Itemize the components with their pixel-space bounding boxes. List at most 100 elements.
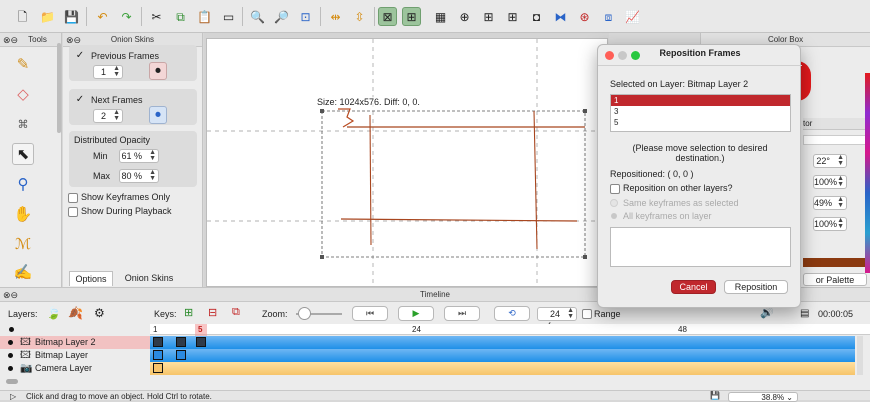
perspective-4-icon[interactable]: ⧈ bbox=[599, 7, 618, 26]
status-save-icon[interactable]: 💾 bbox=[710, 391, 720, 400]
max-opacity-spinbox[interactable]: 80 % ▲ ▼ bbox=[119, 169, 159, 183]
play-button[interactable]: ▶ bbox=[398, 306, 434, 321]
reposition-other-layers-check[interactable] bbox=[610, 184, 620, 194]
flip-horizontal-icon[interactable]: ⇹ bbox=[326, 7, 345, 26]
percent-3-spinbox[interactable]: 100% ▲ ▼ bbox=[813, 217, 847, 231]
zoom-in-icon[interactable]: 🔍 bbox=[248, 7, 267, 26]
frame-list-item[interactable]: 5 bbox=[611, 117, 790, 128]
panel-close-icon[interactable]: ⊗⊖ bbox=[3, 35, 18, 45]
select-icon[interactable]: ⬉ bbox=[12, 143, 34, 165]
track-scrollbar[interactable] bbox=[857, 336, 863, 375]
track-bitmap-2[interactable] bbox=[150, 336, 855, 349]
perspective-3-icon[interactable]: ⊛ bbox=[575, 7, 594, 26]
visibility-icon[interactable] bbox=[8, 353, 13, 358]
frame-list-item[interactable]: 1 bbox=[611, 95, 790, 106]
track-bitmap[interactable] bbox=[150, 349, 855, 362]
cut-icon[interactable]: ✂ bbox=[147, 7, 166, 26]
layer-scrollbar[interactable] bbox=[6, 379, 18, 384]
keyframe[interactable] bbox=[176, 337, 186, 347]
new-file-icon[interactable]: 🗋 bbox=[13, 7, 32, 26]
next-frames-check[interactable]: ✓ bbox=[75, 95, 85, 105]
layer-selection-list[interactable] bbox=[610, 227, 791, 267]
show-keyframes-only-check[interactable] bbox=[68, 193, 78, 203]
same-keyframes-radio[interactable] bbox=[610, 199, 618, 207]
grid-toggle-icon[interactable]: ⊠ bbox=[378, 7, 397, 26]
bucket-icon[interactable]: ℳ bbox=[12, 233, 34, 255]
clear-icon[interactable]: ▭ bbox=[219, 7, 238, 26]
pencil-icon[interactable]: ✎ bbox=[12, 53, 34, 75]
min-opacity-spinbox[interactable]: 61 % ▲ ▼ bbox=[119, 149, 159, 163]
previous-color-icon[interactable]: ⏺ bbox=[149, 62, 167, 80]
track-camera[interactable] bbox=[150, 362, 855, 375]
thirds-grid-icon[interactable]: ⊞ bbox=[402, 7, 421, 26]
grid-3-icon[interactable]: ⊞ bbox=[479, 7, 498, 26]
save-icon[interactable]: 💾 bbox=[62, 7, 81, 26]
previous-frames-check[interactable]: ✓ bbox=[75, 51, 85, 61]
fps-spinbox[interactable]: 24 fps▲▼ bbox=[537, 307, 577, 331]
flip-vertical-icon[interactable]: ⇳ bbox=[350, 7, 369, 26]
jump-end-button[interactable]: ⏭ bbox=[444, 306, 480, 321]
color-field[interactable] bbox=[803, 135, 870, 145]
angle-spinbox[interactable]: 22° ▲ ▼ bbox=[813, 154, 847, 168]
panel-close-icon[interactable]: ⊗⊖ bbox=[66, 35, 81, 45]
jump-start-button[interactable]: ⏮ bbox=[352, 306, 388, 321]
polyline-icon[interactable]: ⌘ bbox=[12, 113, 34, 135]
color-inspector-tab[interactable]: tor bbox=[803, 118, 870, 130]
frame-ruler[interactable]: 1 24 48 bbox=[150, 324, 870, 335]
keyframe[interactable] bbox=[176, 350, 186, 360]
remove-layer-icon[interactable]: 🍂 bbox=[68, 306, 83, 320]
tab-options[interactable]: Options bbox=[69, 271, 113, 286]
visibility-icon[interactable] bbox=[8, 366, 13, 371]
frame-list-item[interactable]: 3 bbox=[611, 106, 790, 117]
perspective-1-icon[interactable]: ◘ bbox=[527, 7, 546, 26]
loop-button[interactable]: ⟲ bbox=[494, 306, 530, 321]
visibility-icon[interactable] bbox=[8, 340, 13, 345]
next-color-icon[interactable]: ⏺ bbox=[149, 106, 167, 124]
keyframe[interactable] bbox=[153, 363, 163, 373]
center-overlay-icon[interactable]: ▦ bbox=[431, 7, 450, 26]
percent-1-spinbox[interactable]: 100% ▲ ▼ bbox=[813, 175, 847, 189]
layer-row-bitmap-2[interactable]: 🖾 Bitmap Layer 2 bbox=[0, 336, 150, 349]
graph-icon[interactable]: 📈 bbox=[623, 7, 642, 26]
keyframe[interactable] bbox=[196, 337, 206, 347]
panel-close-icon[interactable]: ⊗⊖ bbox=[3, 290, 18, 300]
layer-row-camera[interactable]: 📷 Camera Layer bbox=[0, 362, 150, 375]
add-key-icon[interactable]: ⊞ bbox=[184, 306, 193, 319]
frame-list[interactable]: 1 3 5 bbox=[610, 94, 791, 132]
range-check[interactable] bbox=[582, 309, 592, 319]
remove-key-icon[interactable]: ⊟ bbox=[208, 306, 217, 319]
paste-icon[interactable]: 📋 bbox=[195, 7, 214, 26]
show-during-playback-check[interactable] bbox=[68, 207, 78, 217]
keyframe[interactable] bbox=[153, 337, 163, 347]
all-keyframes-radio[interactable] bbox=[611, 213, 617, 219]
layer-options-icon[interactable]: ⚙ bbox=[94, 306, 105, 320]
color-palette-tab[interactable]: or Palette bbox=[803, 273, 867, 286]
previous-frames-spinbox[interactable]: 1 ▲ ▼ bbox=[93, 65, 123, 79]
visibility-all-icon[interactable] bbox=[9, 327, 14, 332]
eraser-icon[interactable]: ◇ bbox=[12, 83, 34, 105]
eyedropper-icon[interactable]: ⚲ bbox=[12, 173, 34, 195]
hand-icon[interactable]: ✋ bbox=[12, 203, 34, 225]
zoom-slider-handle[interactable] bbox=[298, 307, 311, 320]
add-layer-icon[interactable]: 🍃 bbox=[46, 306, 61, 320]
zoom-fit-icon[interactable]: ⊡ bbox=[296, 7, 315, 26]
redo-icon[interactable]: ↷ bbox=[117, 7, 136, 26]
reposition-button[interactable]: Reposition bbox=[724, 280, 788, 294]
copy-icon[interactable]: ⧉ bbox=[171, 7, 190, 26]
tab-onion-skins[interactable]: Onion Skins bbox=[117, 271, 181, 286]
percent-2-spinbox[interactable]: 49% ▲ ▼ bbox=[813, 196, 847, 210]
safe-area-icon[interactable]: ⊞ bbox=[503, 7, 522, 26]
zoom-out-icon[interactable]: 🔎 bbox=[272, 7, 291, 26]
open-folder-icon[interactable]: 📁 bbox=[38, 7, 57, 26]
next-frames-spinbox[interactable]: 2 ▲ ▼ bbox=[93, 109, 123, 123]
smudge-icon[interactable]: ✍ bbox=[12, 261, 34, 283]
undo-icon[interactable]: ↶ bbox=[93, 7, 112, 26]
tools-scrollbar[interactable] bbox=[57, 43, 61, 133]
duplicate-key-icon[interactable]: ⧉ bbox=[232, 306, 240, 319]
grid-4-icon[interactable]: ⊕ bbox=[455, 7, 474, 26]
drawing-canvas[interactable]: Size: 1024x576. Diff: 0, 0. bbox=[206, 38, 609, 288]
layer-row-bitmap[interactable]: 🖾 Bitmap Layer bbox=[0, 349, 150, 362]
perspective-2-icon[interactable]: ⧓ bbox=[551, 7, 570, 26]
zoom-select[interactable]: 38.8% ⌄ bbox=[728, 392, 798, 402]
cancel-button[interactable]: Cancel bbox=[671, 280, 716, 294]
